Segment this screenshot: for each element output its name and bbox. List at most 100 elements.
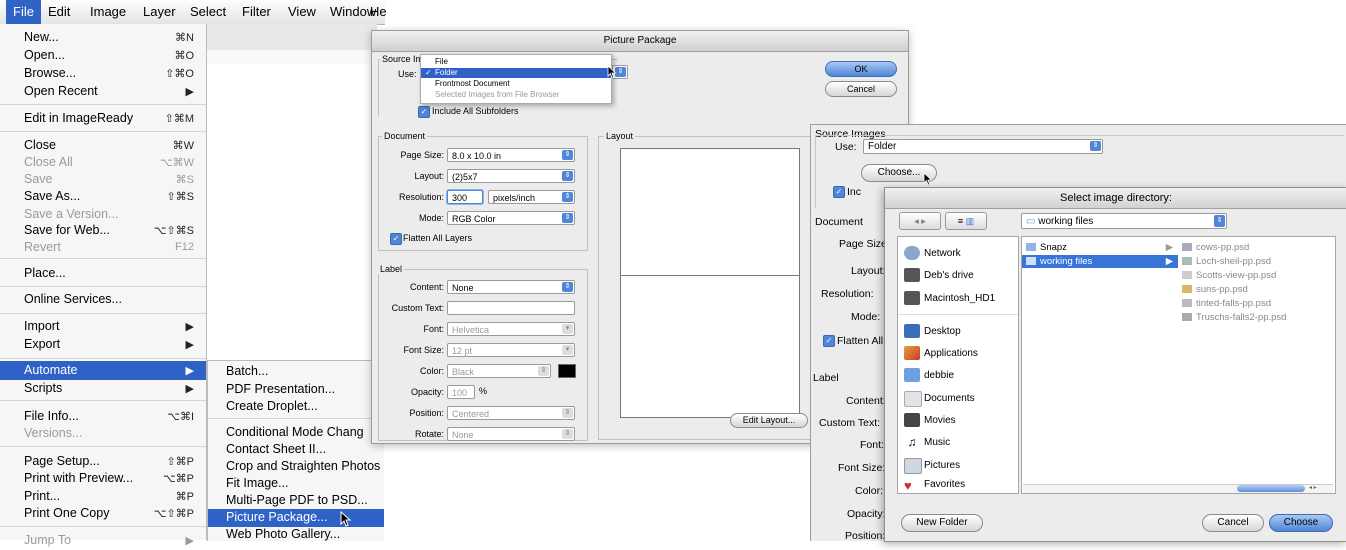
menu-item-browse[interactable]: Browse... ⇧⌘O bbox=[0, 64, 206, 83]
desktop-icon bbox=[904, 324, 920, 338]
horizontal-scrollbar[interactable]: ◂ ▸ bbox=[1023, 484, 1333, 493]
color-swatch[interactable] bbox=[558, 364, 576, 378]
submenu-item-conditional-mode-change[interactable]: Conditional Mode Chang bbox=[208, 424, 384, 442]
menu-item-export[interactable]: Export ▶ bbox=[0, 335, 206, 354]
menu-separator bbox=[0, 104, 206, 105]
flatten-checkbox[interactable]: ✓ bbox=[390, 233, 402, 245]
cancel-button[interactable]: Cancel bbox=[825, 81, 897, 97]
sidebar-item-music[interactable]: ♫ Music bbox=[898, 432, 1018, 454]
menu-item-new[interactable]: New... ⌘N bbox=[0, 28, 206, 47]
edit-layout-button[interactable]: Edit Layout... bbox=[730, 413, 808, 428]
file-row[interactable]: Truschs-falls2-pp.psd bbox=[1178, 311, 1286, 324]
opacity-input[interactable]: 100 bbox=[447, 385, 475, 399]
folder-row-snapz[interactable]: Snapz ▶ bbox=[1022, 241, 1179, 254]
menu-item-scripts[interactable]: Scripts ▶ bbox=[0, 379, 206, 398]
menu-select[interactable]: Select bbox=[190, 4, 226, 19]
sidebar-item-applications[interactable]: Applications bbox=[898, 343, 1018, 365]
new-folder-button[interactable]: New Folder bbox=[901, 514, 983, 532]
file-row[interactable]: suns-pp.psd bbox=[1178, 283, 1248, 296]
submenu-item-fit-image[interactable]: Fit Image... bbox=[208, 475, 384, 493]
sidebar-item-desktop[interactable]: Desktop bbox=[898, 321, 1018, 343]
page-size-popup[interactable]: 8.0 x 10.0 in ⇕ bbox=[447, 148, 575, 162]
sidebar-item-favorites[interactable]: ♥ Favorites bbox=[898, 477, 1018, 493]
file-row[interactable]: tinted-falls-pp.psd bbox=[1178, 297, 1271, 310]
mode-popup[interactable]: RGB Color ⇕ bbox=[447, 211, 575, 225]
include-label: Inc bbox=[847, 186, 862, 198]
layout-popup[interactable]: (2)5x7 ⇕ bbox=[447, 169, 575, 183]
use-label: Use: bbox=[398, 69, 417, 79]
menu-help[interactable]: He bbox=[370, 4, 387, 19]
submenu-item-crop-straighten[interactable]: Crop and Straighten Photos bbox=[208, 458, 384, 476]
use-option-selected-images: Selected Images from File Browser bbox=[435, 90, 560, 99]
label-group-label: Label bbox=[378, 264, 405, 274]
menu-item-open[interactable]: Open... ⌘O bbox=[0, 46, 206, 65]
font-popup[interactable]: Helvetica ▾ bbox=[447, 322, 575, 336]
sidebar-item-network[interactable]: Network bbox=[898, 243, 1018, 265]
menu-edit[interactable]: Edit bbox=[48, 4, 70, 19]
font-size-popup[interactable]: 12 pt ▾ bbox=[447, 343, 575, 357]
menu-filter[interactable]: Filter bbox=[242, 4, 271, 19]
checkmark-icon: ✓ bbox=[425, 68, 432, 77]
submenu-item-web-photo-gallery[interactable]: Web Photo Gallery... bbox=[208, 526, 384, 544]
submenu-item-pdf-presentation[interactable]: PDF Presentation... bbox=[208, 381, 384, 399]
ok-button[interactable]: OK bbox=[825, 61, 897, 77]
menu-separator bbox=[0, 313, 206, 314]
menu-view[interactable]: View bbox=[288, 4, 316, 19]
scroll-arrows-icon[interactable]: ◂ ▸ bbox=[1309, 484, 1317, 491]
menu-item-open-recent[interactable]: Open Recent ▶ bbox=[0, 82, 206, 101]
rotate-popup[interactable]: None ⇕ bbox=[447, 427, 575, 441]
submenu-item-picture-package[interactable]: Picture Package... bbox=[208, 509, 384, 527]
sidebar-item-pictures[interactable]: Pictures bbox=[898, 455, 1018, 477]
sidebar-item-debs-drive[interactable]: Deb's drive bbox=[898, 265, 1018, 287]
menu-item-automate[interactable]: Automate ▶ bbox=[0, 361, 206, 380]
use-option-file[interactable]: File bbox=[421, 57, 611, 67]
submenu-item-batch[interactable]: Batch... bbox=[208, 363, 384, 381]
flatten-checkbox[interactable]: ✓ bbox=[823, 335, 835, 347]
menu-image[interactable]: Image bbox=[90, 4, 126, 19]
menu-item-online-services[interactable]: Online Services... bbox=[0, 290, 206, 309]
mode-label: Mode: bbox=[418, 213, 444, 223]
psd-file-icon bbox=[1182, 299, 1192, 308]
scrollbar-thumb[interactable] bbox=[1237, 485, 1305, 492]
folder-row-working-files[interactable]: working files ▶ bbox=[1022, 255, 1179, 268]
custom-text-label: Custom Text: bbox=[819, 417, 881, 429]
file-row[interactable]: Scotts-view-pp.psd bbox=[1178, 269, 1276, 282]
menu-layer[interactable]: Layer bbox=[143, 4, 176, 19]
use-option-frontmost-document[interactable]: Frontmost Document bbox=[421, 79, 611, 89]
submenu-item-multipage-pdf[interactable]: Multi-Page PDF to PSD... bbox=[208, 492, 384, 510]
view-mode-buttons[interactable]: ≡ ▥ bbox=[945, 212, 987, 230]
sidebar-item-debbie[interactable]: debbie bbox=[898, 365, 1018, 387]
position-popup[interactable]: Centered ⇕ bbox=[447, 406, 575, 420]
rotate-label: Rotate: bbox=[414, 429, 444, 439]
cancel-button[interactable]: Cancel bbox=[1202, 514, 1264, 532]
choose-button[interactable]: Choose bbox=[1269, 514, 1333, 532]
menu-item-edit-in-imageready[interactable]: Edit in ImageReady ⇧⌘M bbox=[0, 109, 206, 128]
menu-item-place[interactable]: Place... bbox=[0, 264, 206, 283]
psd-file-icon bbox=[1182, 243, 1192, 252]
menu-item-jump-to: Jump To ▶ bbox=[24, 533, 194, 547]
submenu-item-create-droplet[interactable]: Create Droplet... bbox=[208, 398, 384, 416]
file-row[interactable]: Loch-sheil-pp.psd bbox=[1178, 255, 1271, 268]
menu-item-save-as[interactable]: Save As... ⇧⌘S bbox=[0, 187, 206, 206]
resolution-unit-popup[interactable]: pixels/inch ⇕ bbox=[488, 190, 575, 204]
menu-item-print-one-copy[interactable]: Print One Copy ⌥⇧⌘P bbox=[0, 504, 206, 523]
menu-item-import[interactable]: Import ▶ bbox=[0, 317, 206, 336]
file-row[interactable]: cows-pp.psd bbox=[1178, 241, 1249, 254]
include-subfolders-checkbox[interactable]: ✓ bbox=[418, 106, 430, 118]
layout-preview bbox=[620, 148, 800, 418]
custom-text-input[interactable] bbox=[447, 301, 575, 315]
back-forward-buttons[interactable]: ◂ ▸ bbox=[899, 212, 941, 230]
sidebar-item-documents[interactable]: Documents bbox=[898, 388, 1018, 410]
color-popup[interactable]: Black ⇕ bbox=[447, 364, 551, 378]
use-popup[interactable]: Folder ⇕ bbox=[863, 139, 1103, 154]
path-popup[interactable]: ▭ working files ⇕ bbox=[1021, 213, 1227, 229]
sidebar-item-movies[interactable]: Movies bbox=[898, 410, 1018, 432]
sidebar-item-macintosh-hd1[interactable]: Macintosh_HD1 bbox=[898, 288, 1018, 310]
content-popup[interactable]: None ⇕ bbox=[447, 280, 575, 294]
menu-file[interactable]: File bbox=[6, 0, 41, 24]
include-subfolders-checkbox[interactable]: ✓ bbox=[833, 186, 845, 198]
submenu-item-contact-sheet[interactable]: Contact Sheet II... bbox=[208, 441, 384, 459]
menu-item-print-with-preview[interactable]: Print with Preview... ⌥⌘P bbox=[0, 469, 206, 488]
resolution-input[interactable]: 300 bbox=[447, 190, 483, 204]
use-option-folder[interactable]: ✓ Folder bbox=[421, 68, 611, 78]
